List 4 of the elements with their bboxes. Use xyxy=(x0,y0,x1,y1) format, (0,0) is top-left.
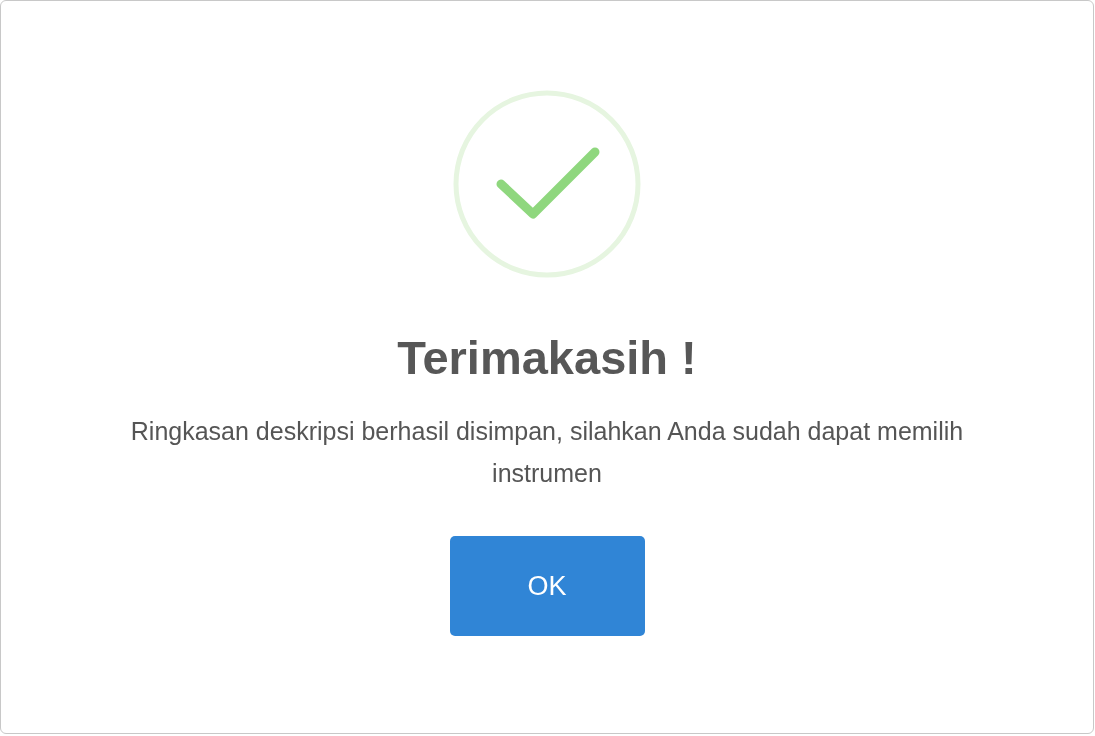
dialog-message: Ringkasan deskripsi berhasil disimpan, silahkan Anda sudah dapat memilih instrumen xyxy=(129,416,965,490)
dialog-title: Terimakasih ! xyxy=(397,330,697,386)
success-check-icon xyxy=(453,90,641,278)
ok-button[interactable]: OK xyxy=(449,536,645,637)
